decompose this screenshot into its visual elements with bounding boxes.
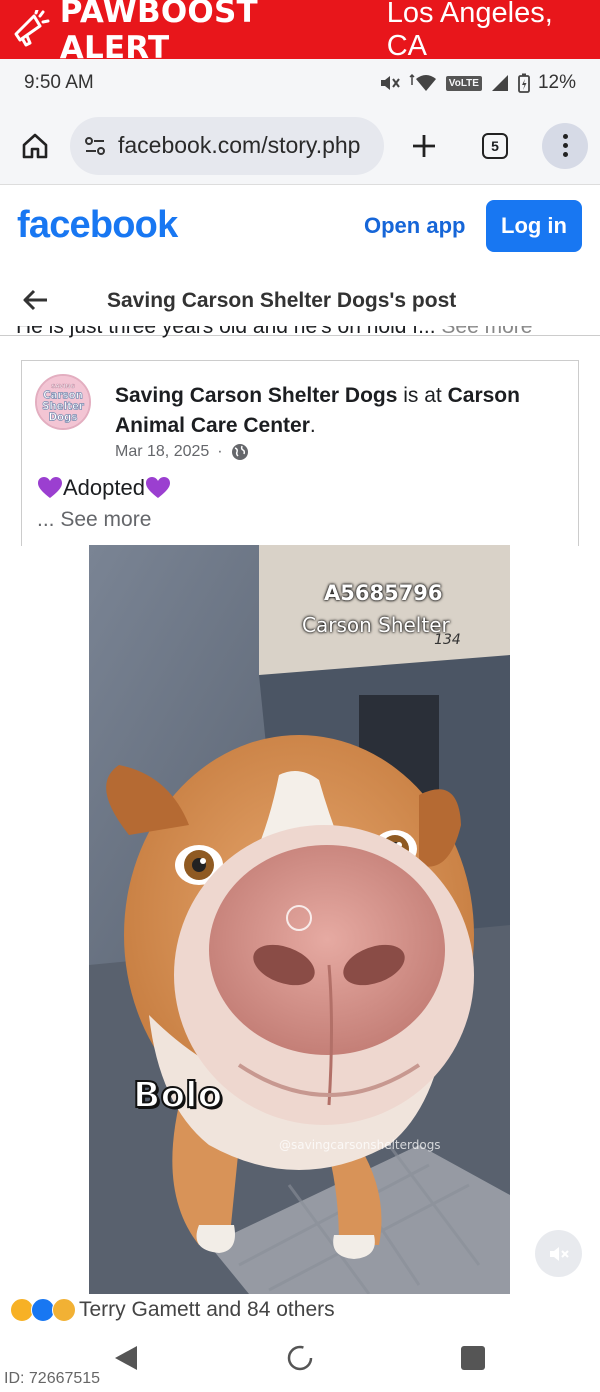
facebook-logo[interactable]: facebook — [17, 204, 178, 247]
plus-icon[interactable] — [410, 132, 438, 160]
login-button[interactable]: Log in — [486, 200, 582, 252]
svg-text:Shelter: Shelter — [42, 401, 84, 412]
post-date[interactable]: Mar 18, 2025 — [115, 443, 209, 461]
date-separator: · — [217, 443, 223, 460]
video-watermark: @savingcarsonshelterdogs — [279, 1138, 441, 1152]
speaker-muted-icon — [549, 1246, 569, 1261]
listing-id: ID: 72667515 — [4, 1370, 101, 1387]
sad-emoji-icon — [52, 1298, 76, 1322]
signal-icon — [491, 75, 508, 91]
adopted-text: Adopted — [63, 475, 145, 500]
megaphone-icon — [8, 8, 52, 52]
animal-id: A5685796 — [324, 581, 443, 605]
shared-post-card: SAVING Carson Shelter Dogs Saving Carson… — [21, 360, 579, 546]
back-arrow-icon[interactable] — [22, 286, 50, 314]
volte-badge: VoLTE — [445, 75, 482, 91]
nav-home-icon[interactable] — [286, 1344, 314, 1372]
svg-text:Carson: Carson — [43, 390, 83, 401]
wifi-icon — [409, 73, 436, 91]
status-time: 9:50 AM — [24, 72, 94, 93]
avatar-logo: SAVING Carson Shelter Dogs — [37, 376, 89, 428]
page-avatar[interactable]: SAVING Carson Shelter Dogs — [35, 374, 91, 430]
mute-button[interactable] — [535, 1230, 582, 1277]
shelter-caption-text: Carson Shelter — [302, 613, 450, 637]
dog-name: Bolo — [132, 1074, 223, 1117]
url-text[interactable]: facebook.com/story.php — [118, 132, 360, 159]
tabs-icon[interactable]: 5 — [482, 132, 508, 159]
svg-text:Dogs: Dogs — [49, 413, 78, 424]
globe-icon — [231, 444, 248, 460]
post-author-line: Saving Carson Shelter Dogs is at Carson … — [115, 381, 565, 441]
kennel-number: 134 — [434, 632, 461, 648]
location-suffix: . — [309, 414, 316, 437]
nav-back-icon[interactable] — [113, 1344, 139, 1372]
more-menu-icon[interactable] — [542, 122, 588, 169]
status-icons: VoLTE 12% — [378, 72, 576, 94]
reactions-bar[interactable]: Terry Gamett and 84 others — [10, 1298, 335, 1322]
post-caption-cut: He is just three years old and he's on h… — [16, 326, 532, 340]
caption-text: He is just three years old and he's on h… — [16, 326, 436, 338]
mute-icon — [380, 76, 400, 90]
reaction-emojis — [10, 1298, 76, 1322]
tab-count: 5 — [491, 137, 499, 154]
pawboost-banner: PAWBOOST ALERT Los Angeles, CA — [0, 0, 600, 66]
purple-heart-icon — [145, 477, 170, 498]
url-bar[interactable]: facebook.com/story.php — [70, 116, 384, 175]
site-settings-icon[interactable] — [82, 133, 108, 159]
battery-icon — [518, 73, 530, 93]
adopted-status: Adopted — [37, 475, 171, 501]
open-app-link[interactable]: Open app — [364, 213, 465, 239]
shelter-caption: Carson Shelter 134 — [302, 613, 483, 648]
browser-toolbar: facebook.com/story.php 5 — [0, 107, 600, 185]
post-date-line: Mar 18, 2025 · — [115, 443, 249, 461]
reactions-text[interactable]: Terry Gamett and 84 others — [79, 1298, 335, 1322]
dog-photo — [89, 545, 510, 1294]
author-connector: is at — [397, 384, 448, 407]
post-title: Saving Carson Shelter Dogs's post — [107, 289, 457, 312]
home-icon[interactable] — [20, 131, 50, 161]
purple-heart-icon — [38, 477, 62, 498]
battery-level: 12% — [537, 72, 576, 93]
card-see-more[interactable]: ... See more — [37, 508, 151, 532]
facebook-header: facebook Open app Log in — [0, 186, 600, 268]
status-bar: 9:50 AM VoLTE 12% — [0, 59, 600, 107]
svg-text:SAVING: SAVING — [51, 384, 75, 390]
caption-see-more[interactable]: See more — [436, 326, 532, 338]
nav-recents-icon[interactable] — [461, 1346, 485, 1370]
author-name[interactable]: Saving Carson Shelter Dogs — [115, 384, 397, 407]
post-video[interactable]: A5685796 Carson Shelter 134 Bolo @saving… — [89, 545, 510, 1294]
banner-brand: PAWBOOST ALERT — [59, 0, 258, 66]
banner-location: Los Angeles, CA — [386, 0, 553, 62]
